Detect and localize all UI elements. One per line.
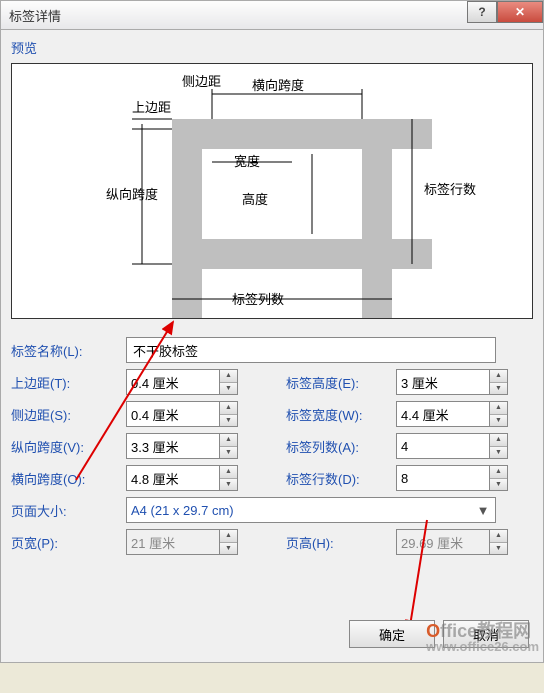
page-height-input: [396, 529, 490, 555]
diagram-h-span: 横向跨度: [252, 78, 304, 93]
preview-diagram: 侧边距 上边距 横向跨度 纵向跨度 宽度 高度 标签行数 标签列数: [11, 63, 533, 319]
preview-label: 预览: [11, 38, 533, 57]
dropdown-icon: ▼: [475, 503, 491, 518]
row-count-label: 标签行数(D):: [286, 469, 386, 488]
col-count-label: 标签列数(A):: [286, 437, 386, 456]
diagram-rows: 标签行数: [424, 182, 476, 197]
ok-button[interactable]: 确定: [349, 620, 435, 648]
side-margin-input[interactable]: [126, 401, 220, 427]
diagram-height: 高度: [242, 192, 268, 207]
row-count-spinner[interactable]: ▲▼: [490, 465, 508, 491]
page-width-input: [126, 529, 220, 555]
diagram-side-margin: 侧边距: [182, 74, 221, 89]
top-margin-label: 上边距(T):: [11, 373, 116, 392]
label-width-label: 标签宽度(W):: [286, 405, 386, 424]
h-span-input[interactable]: [126, 465, 220, 491]
label-height-input[interactable]: [396, 369, 490, 395]
col-count-input[interactable]: [396, 433, 490, 459]
col-count-spinner[interactable]: ▲▼: [490, 433, 508, 459]
diagram-cols: 标签列数: [232, 292, 284, 307]
page-height-label: 页高(H):: [286, 533, 386, 552]
label-name-input[interactable]: [126, 337, 496, 363]
watermark-url: www.office26.com: [426, 639, 539, 654]
side-margin-label: 侧边距(S):: [11, 405, 116, 424]
page-width-spinner[interactable]: ▲▼: [220, 529, 238, 555]
top-margin-spinner[interactable]: ▲▼: [220, 369, 238, 395]
v-span-label: 纵向跨度(V):: [11, 437, 116, 456]
diagram-top-margin: 上边距: [132, 100, 171, 115]
dialog-title: 标签详情: [9, 6, 467, 25]
titlebar: 标签详情 ? ✕: [0, 0, 544, 30]
diagram-v-span: 纵向跨度: [106, 187, 158, 202]
v-span-input[interactable]: [126, 433, 220, 459]
top-margin-input[interactable]: [126, 369, 220, 395]
page-size-label: 页面大小:: [11, 501, 116, 520]
close-button[interactable]: ✕: [497, 1, 543, 23]
dialog-body: 预览 侧边距 上边距 横向跨度 纵向跨度: [0, 30, 544, 663]
h-span-label: 横向跨度(O):: [11, 469, 116, 488]
label-width-input[interactable]: [396, 401, 490, 427]
form-grid: 标签名称(L): 上边距(T): ▲▼ 标签高度(E): ▲▼ 侧边距(S): …: [11, 337, 533, 555]
page-height-spinner[interactable]: ▲▼: [490, 529, 508, 555]
side-margin-spinner[interactable]: ▲▼: [220, 401, 238, 427]
page-size-select[interactable]: A4 (21 x 29.7 cm) ▼: [126, 497, 496, 523]
titlebar-buttons: ? ✕: [467, 1, 543, 29]
page-size-value: A4 (21 x 29.7 cm): [131, 503, 234, 518]
diagram-width: 宽度: [234, 154, 260, 169]
label-height-spinner[interactable]: ▲▼: [490, 369, 508, 395]
help-button[interactable]: ?: [467, 1, 497, 23]
label-width-spinner[interactable]: ▲▼: [490, 401, 508, 427]
label-name-label: 标签名称(L):: [11, 341, 116, 360]
h-span-spinner[interactable]: ▲▼: [220, 465, 238, 491]
v-span-spinner[interactable]: ▲▼: [220, 433, 238, 459]
page-width-label: 页宽(P):: [11, 533, 116, 552]
label-height-label: 标签高度(E):: [286, 373, 386, 392]
row-count-input[interactable]: [396, 465, 490, 491]
watermark: OOffice教程网ffice教程网 www.office26.com: [426, 617, 539, 654]
